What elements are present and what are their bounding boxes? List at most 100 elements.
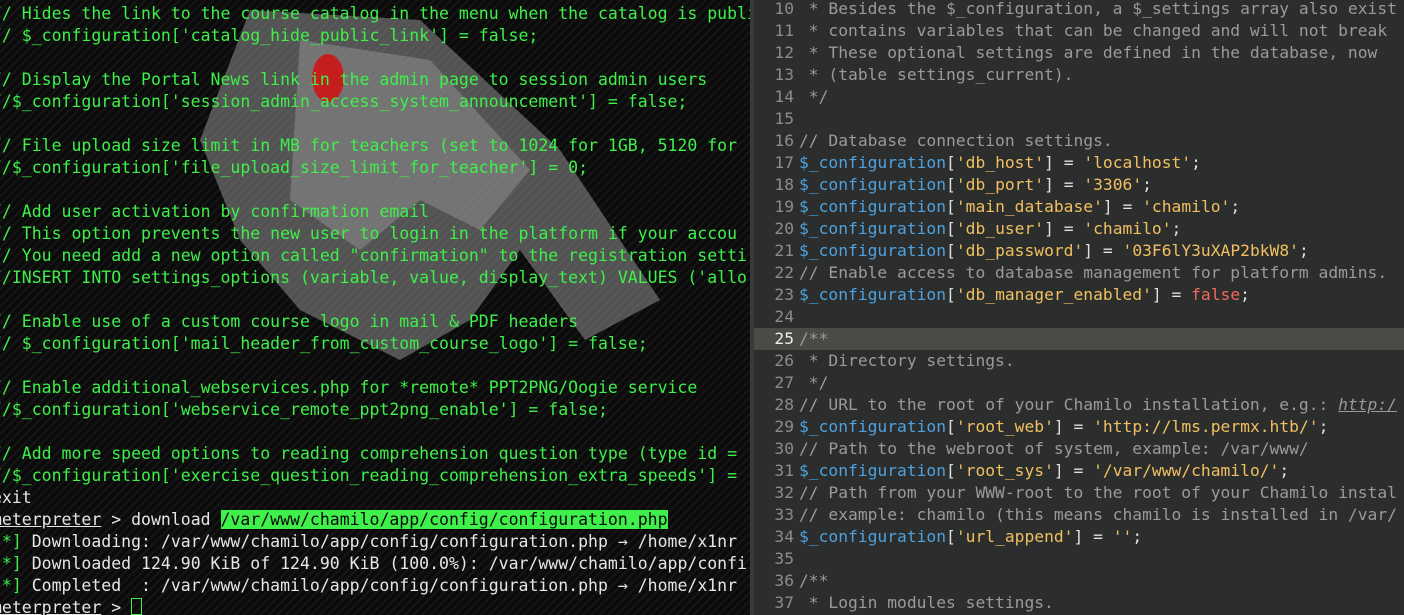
line-number: 29 [774,417,794,436]
line-number: 36 [774,571,794,590]
punctuation-token: ; [1132,527,1143,546]
code-line[interactable]: 32 // Path from your WWW-root to the root… [754,482,1404,504]
code-line[interactable]: 36 /** [754,570,1404,592]
code-text: * contains variables that can be changed… [799,20,1387,42]
code-text: * (table settings_current). [799,64,1074,86]
punctuation-token: [ [946,197,956,216]
terminal-line: //$_configuration['exercise_question_rea… [0,466,738,485]
terminal-pane[interactable]: // Hides the link to the course catalog … [0,0,750,615]
punctuation-token: [ [946,219,956,238]
code-line[interactable]: 13 * (table settings_current). [754,64,1404,86]
punctuation-token: [ [946,241,956,260]
terminal-line: exit [0,488,32,507]
code-text: // URL to the root of your Chamilo insta… [799,394,1397,416]
line-number: 32 [774,483,794,502]
punctuation-token: ] = [1053,417,1094,436]
code-line[interactable]: 19 $_configuration['main_database'] = 'ch… [754,196,1404,218]
terminal-output-line: [*] Downloading: /var/www/chamilo/app/co… [0,531,737,553]
code-line[interactable]: 23 $_configuration['db_manager_enabled'] … [754,284,1404,306]
terminal-output-line: [*] Completed : /var/www/chamilo/app/con… [0,575,737,597]
code-text: /** [799,328,828,350]
code-line[interactable]: 31 $_configuration['root_sys'] = '/var/ww… [754,460,1404,482]
punctuation-token: ; [1191,153,1201,172]
punctuation-token: [ [946,461,956,480]
variable-token: $_configuration [799,461,947,480]
code-line[interactable]: 20 $_configuration['db_user'] = 'chamilo'… [754,218,1404,240]
comment-token: // Path from your WWW-root to the root o… [799,483,1397,502]
variable-token: $_configuration [799,417,947,436]
punctuation-token: ; [1298,241,1309,260]
comment-token: /** [799,329,829,348]
code-line[interactable]: 10 * Besides the $_configuration, a $_se… [754,0,1404,20]
comment-token: /** [799,571,829,590]
line-number: 30 [774,439,794,458]
string-token: 'chamilo' [1083,219,1172,238]
code-line[interactable]: 35 [754,548,1404,570]
code-line[interactable]: 18 $_configuration['db_port'] = '3306'; [754,174,1404,196]
terminal-line: // Enable use of a custom course logo in… [0,312,579,331]
punctuation-token: ] = [1102,197,1143,216]
code-text: $_configuration['db_password'] = '03F6lY… [799,240,1309,262]
terminal-line: // You need add a new option called "con… [0,246,747,265]
code-text: $_configuration['root_sys'] = '/var/www/… [799,460,1289,482]
line-number: 34 [774,527,794,546]
terminal-line: // Enable additional_webservices.php for… [0,378,698,397]
command-argument-highlight: /var/www/chamilo/app/config/configuratio… [220,510,668,529]
code-editor-pane[interactable]: 10 * Besides the $_configuration, a $_se… [754,0,1404,615]
line-number: 35 [774,549,794,568]
string-token: '/var/www/chamilo/' [1093,461,1280,480]
terminal-line: //$_configuration['session_admin_access_… [0,92,688,111]
code-line[interactable]: 26 * Directory settings. [754,350,1404,372]
string-token: '03F6lY3uXAP2bkW8' [1122,241,1299,260]
line-number: 21 [774,241,794,260]
string-token: 'localhost' [1083,153,1192,172]
code-text: $_configuration['url_append'] = ''; [799,526,1142,548]
punctuation-token: ; [1230,197,1241,216]
code-line[interactable]: 15 [754,108,1404,130]
punctuation-token: ; [1318,417,1329,436]
code-line[interactable]: 27 */ [754,372,1404,394]
variable-token: $_configuration [799,197,947,216]
terminal-line: // Hides the link to the course catalog … [0,4,750,23]
code-text: $_configuration['root_web'] = 'http://lm… [799,416,1328,438]
variable-token: $_configuration [799,241,947,260]
status-marker: [*] [0,576,22,595]
code-text: * These optional settings are defined in… [799,42,1378,64]
string-token: '' [1112,527,1133,546]
punctuation-token: ] = [1044,219,1084,238]
code-line[interactable]: 37 * Login modules settings. [754,592,1404,614]
code-line[interactable]: 17 $_configuration['db_host'] = 'localhos… [754,152,1404,174]
code-line[interactable]: 24 [754,306,1404,328]
punctuation-token: [ [946,527,956,546]
code-line[interactable]: 11 * contains variables that can be chan… [754,20,1404,42]
code-line[interactable]: 34 $_configuration['url_append'] = ''; [754,526,1404,548]
code-line[interactable]: 16 // Database connection settings. [754,130,1404,152]
line-number: 33 [774,505,794,524]
code-line[interactable]: 14 */ [754,86,1404,108]
string-token: 'db_manager_enabled' [955,285,1152,304]
current-code-line[interactable]: 25 /** [754,328,1404,350]
url-token: http:/ [1338,395,1397,414]
comment-token: // URL to the root of your Chamilo insta… [799,395,1339,414]
prompt-separator: > [101,510,132,529]
terminal-line: // Add user activation by confirmation e… [0,202,430,221]
variable-token: $_configuration [799,153,947,172]
terminal-line: // Add more speed options to reading com… [0,444,738,463]
code-line[interactable]: 22 // Enable access to database managemen… [754,262,1404,284]
code-line[interactable]: 29 $_configuration['root_web'] = 'http://… [754,416,1404,438]
code-line[interactable]: 12 * These optional settings are defined… [754,42,1404,64]
code-line[interactable]: 28 // URL to the root of your Chamilo ins… [754,394,1404,416]
line-number: 12 [774,43,794,62]
prompt-separator: > [101,598,132,615]
code-line[interactable]: 33 // example: chamilo (this means chamil… [754,504,1404,526]
line-number: 11 [774,21,794,40]
code-text: // Path to the webroot of system, exampl… [799,438,1309,460]
punctuation-token: ] = [1151,285,1192,304]
code-line[interactable]: 30 // Path to the webroot of system, exam… [754,438,1404,460]
code-text: */ [799,372,829,394]
line-number: 13 [774,65,794,84]
code-text: $_configuration['main_database'] = 'cham… [799,196,1240,218]
code-line[interactable]: 21 $_configuration['db_password'] = '03F6… [754,240,1404,262]
punctuation-token: ; [1279,461,1290,480]
output-text: Downloaded 124.90 KiB of 124.90 KiB (100… [21,554,747,573]
